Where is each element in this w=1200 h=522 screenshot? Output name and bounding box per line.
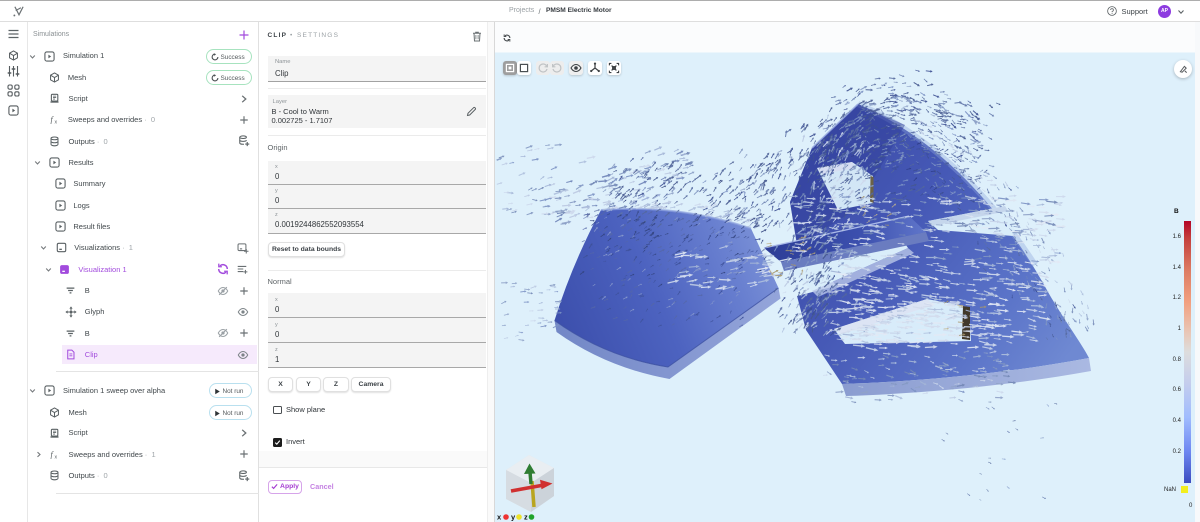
svg-text:z: z (524, 513, 528, 522)
svg-text:x: x (55, 120, 58, 126)
svg-text:x: x (54, 454, 57, 460)
